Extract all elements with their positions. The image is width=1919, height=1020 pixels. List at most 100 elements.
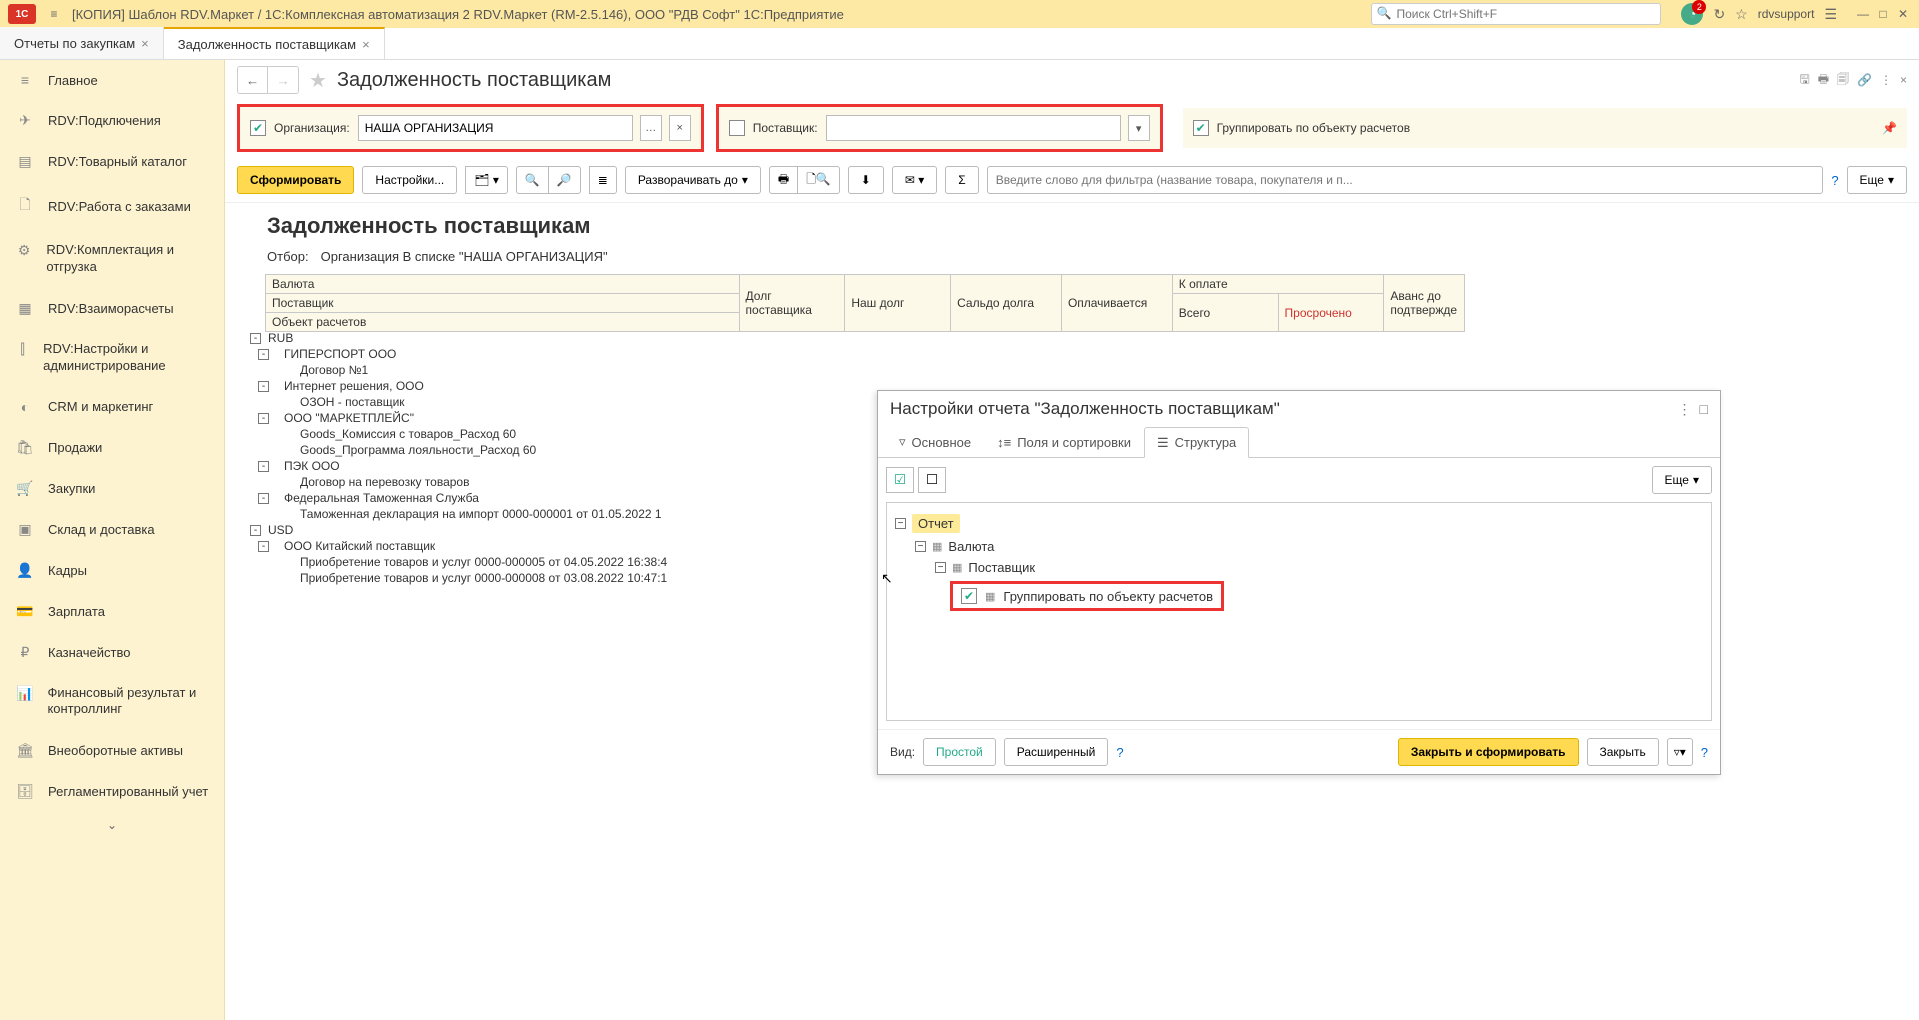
kebab-icon[interactable]: ⋮	[1880, 73, 1892, 87]
tab-fields[interactable]: ↕≡Поля и сортировки	[984, 427, 1144, 457]
filter-icon-button[interactable]: ▿▾	[1667, 738, 1693, 766]
email-button[interactable]: ✉ ▾	[892, 166, 937, 194]
collapse-button[interactable]: ≣	[589, 166, 617, 194]
org-select-button[interactable]: …	[640, 115, 662, 141]
toggle-icon[interactable]: −	[935, 562, 946, 573]
sidebar-item-finance[interactable]: 📊Финансовый результат и контроллинг	[0, 673, 224, 731]
sidebar-item-hr[interactable]: 👤Кадры	[0, 550, 224, 591]
sidebar-item-shipping[interactable]: ⚙RDV:Комплектация и отгрузка	[0, 230, 224, 288]
generate-button[interactable]: Сформировать	[237, 166, 354, 194]
print-button[interactable]: 🖶	[769, 166, 798, 194]
tree-node-currency[interactable]: Валюта	[948, 539, 994, 554]
minimize-button[interactable]: —	[1855, 6, 1871, 22]
close-window-button[interactable]: ✕	[1895, 6, 1911, 22]
sidebar-item-admin[interactable]: ⫿RDV:Настройки и администрирование	[0, 329, 224, 387]
sidebar-item-assets[interactable]: 🏛Внеоборотные активы	[0, 730, 224, 771]
node-checkbox[interactable]	[961, 588, 977, 604]
word-filter-input[interactable]	[987, 166, 1824, 194]
toggle-icon[interactable]: −	[895, 518, 906, 529]
tree-toggle-icon[interactable]: -	[250, 525, 261, 536]
toggle-icon[interactable]: −	[915, 541, 926, 552]
favorite-star-icon[interactable]: ★	[309, 68, 327, 93]
view-simple-button[interactable]: Простой	[923, 738, 996, 766]
sidebar-item-salary[interactable]: 💳Зарплата	[0, 591, 224, 632]
notifications-badge[interactable]: ◔ 2	[1681, 3, 1703, 25]
back-button[interactable]: ←	[238, 67, 268, 93]
maximize-button[interactable]: □	[1875, 6, 1891, 22]
tree-row-text[interactable]: Интернет решения, ООО	[284, 379, 424, 393]
tree-row-text[interactable]: Федеральная Таможенная Служба	[284, 491, 479, 505]
tree-toggle-icon[interactable]: -	[258, 541, 269, 552]
tree-toggle-icon[interactable]: -	[258, 493, 269, 504]
tree-row-text[interactable]: ООО "МАРКЕТПЛЕЙС"	[284, 411, 414, 425]
tree-row-text[interactable]: Goods_Программа лояльности_Расход 60	[300, 443, 536, 457]
save-icon[interactable]: 🖫	[1799, 70, 1809, 91]
sidebar-item-orders[interactable]: 🗋RDV:Работа с заказами	[0, 182, 224, 230]
link-icon[interactable]: 🔗	[1857, 73, 1872, 87]
find-button[interactable]: 🔍	[516, 166, 549, 194]
kebab-icon[interactable]: ⋮	[1678, 401, 1692, 418]
expand-to-button[interactable]: Разворачивать до ▾	[625, 166, 761, 194]
tab-structure[interactable]: ☰Структура	[1144, 427, 1249, 458]
preview-button[interactable]: 🗋🔍	[797, 166, 840, 194]
sidebar-item-accounting[interactable]: 🗄Регламентированный учет	[0, 771, 224, 812]
tree-row-text[interactable]: ГИПЕРСПОРТ ООО	[284, 347, 396, 361]
tree-row-text[interactable]: RUB	[268, 331, 293, 345]
tree-toggle-icon[interactable]: -	[258, 413, 269, 424]
close-icon[interactable]: ×	[141, 36, 149, 51]
sidebar-item-warehouse[interactable]: ▣Склад и доставка	[0, 509, 224, 550]
sidebar-item-sales[interactable]: 🛍Продажи	[0, 427, 224, 468]
more-button[interactable]: Еще ▾	[1847, 166, 1907, 194]
tree-root[interactable]: Отчет	[912, 514, 960, 533]
history-icon[interactable]: ↻	[1713, 6, 1725, 23]
org-checkbox[interactable]	[250, 120, 266, 136]
close-button[interactable]: Закрыть	[1587, 738, 1659, 766]
find-next-button[interactable]: 🔎	[548, 166, 581, 194]
org-clear-button[interactable]: ×	[669, 115, 691, 141]
sidebar-scroll-down[interactable]: ⌄	[0, 812, 224, 838]
help-icon[interactable]: ?	[1701, 745, 1708, 760]
tree-row-text[interactable]: Таможенная декларация на импорт 0000-000…	[300, 507, 662, 521]
settings-button[interactable]: Настройки...	[362, 166, 457, 194]
tree-node-group-by-object[interactable]: Группировать по объекту расчетов	[1003, 589, 1213, 604]
view-advanced-button[interactable]: Расширенный	[1004, 738, 1109, 766]
close-icon[interactable]: ×	[362, 37, 370, 52]
group-checkbox[interactable]	[1193, 120, 1209, 136]
sidebar-item-settlements[interactable]: ▦RDV:Взаиморасчеты	[0, 288, 224, 329]
star-icon[interactable]: ☆	[1735, 6, 1748, 23]
tree-row-text[interactable]: USD	[268, 523, 293, 537]
sidebar-item-connections[interactable]: ✈RDV:Подключения	[0, 100, 224, 141]
tree-row-text[interactable]: Приобретение товаров и услуг 0000-000008…	[300, 571, 667, 585]
check-all-button[interactable]: ☑	[886, 467, 914, 493]
tree-row-text[interactable]: ПЭК ООО	[284, 459, 340, 473]
sidebar-item-treasury[interactable]: ₽Казначейство	[0, 632, 224, 673]
sidebar-item-catalog[interactable]: ▤RDV:Товарный каталог	[0, 141, 224, 182]
global-search-input[interactable]	[1371, 3, 1661, 25]
help-icon[interactable]: ?	[1831, 173, 1838, 188]
settings-more-button[interactable]: Еще ▾	[1652, 466, 1712, 494]
tree-toggle-icon[interactable]: -	[258, 461, 269, 472]
save-file-button[interactable]: ⬇	[848, 166, 884, 194]
hamburger-icon[interactable]: ≡	[44, 4, 64, 24]
tree-row-text[interactable]: Приобретение товаров и услуг 0000-000005…	[300, 555, 667, 569]
tree-node-supplier[interactable]: Поставщик	[968, 560, 1035, 575]
close-panel-icon[interactable]: ×	[1900, 73, 1907, 87]
tree-row-text[interactable]: Goods_Комиссия с товаров_Расход 60	[300, 427, 516, 441]
tree-row-text[interactable]: Договор на перевозку товаров	[300, 475, 469, 489]
menu-lines-icon[interactable]: ☰	[1824, 6, 1837, 23]
maximize-icon[interactable]: □	[1700, 401, 1708, 417]
pin-icon[interactable]: 📌	[1882, 121, 1897, 135]
sidebar-item-main[interactable]: ≡Главное	[0, 60, 224, 100]
variants-button[interactable]: 🗂 ▾	[465, 166, 508, 194]
tree-row-text[interactable]: Договор №1	[300, 363, 368, 377]
tab-supplier-debt[interactable]: Задолженность поставщикам ×	[164, 27, 385, 59]
supplier-checkbox[interactable]	[729, 120, 745, 136]
sidebar-item-purchases[interactable]: 🛒Закупки	[0, 468, 224, 509]
close-and-generate-button[interactable]: Закрыть и сформировать	[1398, 738, 1579, 766]
print-icon[interactable]: 🖶	[1818, 70, 1829, 91]
supplier-dropdown-button[interactable]: ▾	[1128, 115, 1150, 141]
supplier-input[interactable]	[826, 115, 1121, 141]
clipboard-icon[interactable]: 🗐	[1837, 70, 1849, 91]
tab-main[interactable]: ▿Основное	[886, 427, 984, 457]
tab-purchases-reports[interactable]: Отчеты по закупкам ×	[0, 27, 164, 59]
